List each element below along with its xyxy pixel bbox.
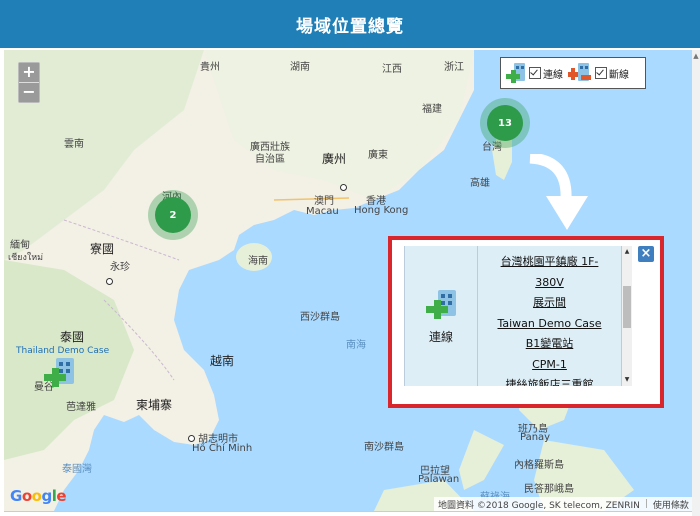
site-link[interactable]: 台灣桃園平鎮廠 1F- [478, 252, 621, 273]
scroll-up-arrow[interactable]: ▲ [622, 248, 632, 255]
map-label-vientiane: 永珍 [110, 262, 130, 273]
map-label-hcm-en: Hồ Chí Minh [192, 443, 253, 454]
popup-scrollbar[interactable]: ▲ ▼ [622, 246, 632, 386]
site-list: 台灣桃園平鎮廠 1F- 380V 展示間 Taiwan Demo Case B1… [478, 246, 621, 386]
map-label-mindoro: 民答那峨島 [524, 484, 574, 495]
zoom-control: + − [18, 62, 40, 103]
cluster-core: 13 [487, 105, 523, 141]
status-legend: 連線 斷線 [500, 57, 646, 89]
page-header: 場域位置總覽 [0, 0, 700, 48]
page-title: 場域位置總覽 [296, 16, 404, 37]
map-label-gulf-thailand: 泰國灣 [62, 464, 92, 475]
map-label-jiangxi: 江西 [382, 64, 402, 75]
scroll-down-arrow[interactable]: ▼ [622, 376, 632, 383]
map-label-hk-en: Hong Kong [354, 205, 409, 216]
map-label-guangdong: 廣東 [368, 150, 388, 161]
map-label-guizhou: 貴州 [200, 62, 220, 73]
map-attribution: 地圖資料 ©2018 Google, SK telecom, ZENRIN | … [434, 497, 692, 511]
site-link[interactable]: CPM-1 [478, 355, 621, 376]
map-label-guangxi: 廣西壯族 自治區 [250, 142, 290, 165]
connected-checkbox[interactable] [529, 67, 541, 79]
status-cell: 連線 [405, 246, 478, 386]
map-label-pattaya: 芭達雅 [66, 402, 96, 413]
map-canvas[interactable]: + − 貴州 湖南 江西 浙江 福建 廣西壯族 自治區 廣東 廣州 雲南 澳門 … [4, 50, 692, 512]
map-label-nansha: 南沙群島 [364, 442, 404, 453]
map-label-fujian: 福建 [422, 104, 442, 115]
pointer-arrow [529, 154, 588, 230]
map-label-macau-en: Macau [306, 206, 339, 217]
map-label-panay-en: Panay [520, 432, 551, 443]
popup-close-button[interactable]: × [638, 246, 654, 262]
marker-cluster-vietnam[interactable]: 2 [148, 190, 198, 240]
terms-link[interactable]: 使用條款 [653, 498, 689, 511]
map-label-macau-zh: 澳門 [314, 196, 334, 207]
legend-connected[interactable]: 連線 [505, 62, 563, 84]
map-label-hainan: 海南 [248, 256, 268, 267]
site-list-panel: 連線 台灣桃園平鎮廠 1F- 380V 展示間 Taiwan Demo Case… [404, 246, 622, 386]
map-label-kaohsiung: 高雄 [470, 178, 490, 189]
site-link[interactable]: 380V [478, 273, 621, 294]
connected-site-icon [426, 289, 456, 319]
map-label-vietnam: 越南 [210, 354, 235, 368]
site-link[interactable]: Taiwan Demo Case [478, 314, 621, 335]
city-dot-vientiane [106, 278, 113, 285]
map-label-guangzhou: 廣州 [322, 152, 347, 166]
marker-cluster-taiwan[interactable]: 13 [480, 98, 530, 148]
cluster-count: 2 [169, 209, 177, 221]
city-dot-guangzhou [340, 184, 347, 191]
city-dot-hcm [188, 435, 195, 442]
legend-disconnected[interactable]: 斷線 [567, 62, 629, 84]
map-label-laos: 寮國 [90, 242, 115, 256]
legend-disconnected-label: 斷線 [609, 69, 629, 81]
map-label-zhejiang: 浙江 [444, 62, 464, 73]
disconnected-icon [568, 63, 591, 81]
map-label-thailand-demo[interactable]: Thailand Demo Case [16, 346, 109, 356]
disconnected-checkbox[interactable] [595, 67, 607, 79]
map-label-cambodia: 柬埔寨 [136, 398, 173, 412]
map-label-xisha: 西沙群島 [300, 312, 340, 323]
map-label-hunan: 湖南 [290, 62, 310, 73]
map-label-south-sea: 南海 [346, 340, 366, 351]
site-popup: 連線 台灣桃園平鎮廠 1F- 380V 展示間 Taiwan Demo Case… [388, 236, 664, 408]
scroll-thumb[interactable] [623, 286, 631, 328]
map-label-palawan-en: Palawan [418, 474, 460, 485]
cluster-count: 13 [498, 117, 512, 129]
status-label: 連線 [428, 329, 453, 344]
connected-icon [506, 63, 525, 83]
map-label-chiangmai: เชียงใหม่ [8, 253, 44, 263]
site-link[interactable]: 捷絲旅飯店三重館 [478, 375, 621, 386]
page-scroll-up-arrow[interactable]: ▲ [692, 52, 700, 60]
site-marker-thailand[interactable] [42, 356, 76, 390]
map-label-negros: 內格羅斯島 [514, 460, 564, 471]
zoom-out-button[interactable]: − [19, 82, 39, 102]
site-link[interactable]: 展示間 [478, 293, 621, 314]
map-label-myanmar: 緬甸 [10, 240, 30, 251]
zoom-in-button[interactable]: + [19, 63, 39, 82]
map-label-thailand: 泰國 [60, 330, 85, 344]
map-label-yunnan: 雲南 [64, 139, 84, 150]
page-scrollbar[interactable]: ▲ [692, 50, 700, 516]
site-link[interactable]: B1變電站 [478, 334, 621, 355]
legend-connected-label: 連線 [543, 69, 563, 81]
attribution-data: 地圖資料 ©2018 Google, SK telecom, ZENRIN [438, 500, 640, 511]
cluster-core: 2 [155, 197, 191, 233]
google-logo[interactable]: Google [10, 487, 67, 505]
